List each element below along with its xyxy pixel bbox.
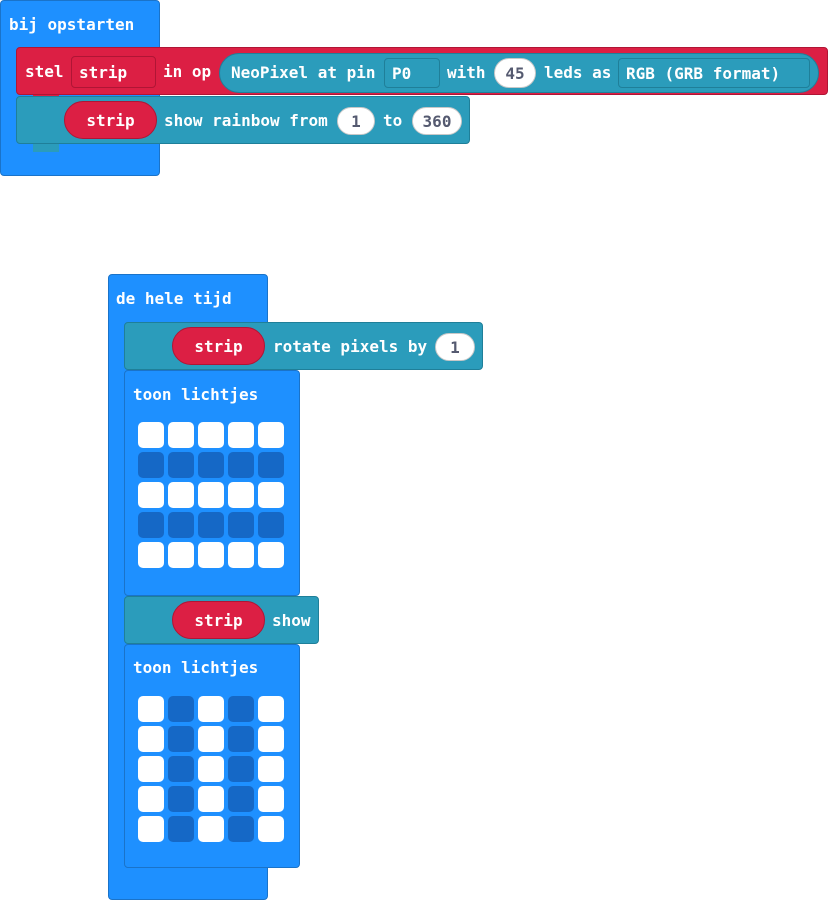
- set-keyword: stel: [25, 62, 64, 81]
- strip-variable-reporter[interactable]: strip: [172, 327, 265, 365]
- pin-dropdown[interactable]: P0: [384, 58, 440, 88]
- neopixel-at-pin-text: NeoPixel at pin: [231, 63, 376, 82]
- to-text: to: [383, 111, 403, 130]
- led-cell-on[interactable]: [258, 422, 284, 448]
- variable-name: strip: [79, 62, 128, 82]
- led-cell-on[interactable]: [198, 482, 224, 508]
- led-cell-off[interactable]: [168, 726, 194, 752]
- led-count-value: 45: [505, 63, 525, 83]
- rotate-pixels-block[interactable]: strip rotate pixels by 1: [124, 322, 483, 370]
- mode-value: RGB (GRB format): [626, 63, 781, 83]
- led-cell-on[interactable]: [228, 482, 254, 508]
- led-cell-off[interactable]: [168, 786, 194, 812]
- set-strip-block[interactable]: stel strip in op NeoPixel at pin P0 with…: [16, 47, 828, 103]
- strip-variable-label: strip: [194, 610, 243, 630]
- led-cell-off[interactable]: [168, 756, 194, 782]
- led-cell-off[interactable]: [198, 512, 224, 538]
- show-leds-block-2[interactable]: toon lichtjes: [124, 644, 300, 868]
- show-rainbow-block[interactable]: strip show rainbow from 1 to 360: [16, 96, 470, 152]
- leds-as-text: leds as: [544, 63, 612, 82]
- led-cell-on[interactable]: [198, 726, 224, 752]
- strip-variable-reporter[interactable]: strip: [64, 101, 157, 139]
- rotate-amount-input[interactable]: 1: [435, 333, 475, 361]
- led-matrix-editor[interactable]: [138, 696, 284, 842]
- rotate-pixels-text: rotate pixels by: [273, 337, 428, 356]
- pin-value: P0: [392, 63, 412, 83]
- led-cell-on[interactable]: [198, 696, 224, 722]
- led-cell-on[interactable]: [198, 422, 224, 448]
- rainbow-from-value: 1: [351, 111, 361, 131]
- strip-variable-reporter[interactable]: strip: [172, 601, 265, 639]
- show-leds-label: toon lichtjes: [133, 385, 259, 404]
- led-cell-on[interactable]: [198, 816, 224, 842]
- led-cell-off[interactable]: [168, 512, 194, 538]
- strip-variable-label: strip: [86, 110, 135, 130]
- rotate-amount-value: 1: [450, 337, 460, 357]
- led-cell-off[interactable]: [228, 512, 254, 538]
- led-cell-on[interactable]: [138, 542, 164, 568]
- led-cell-on[interactable]: [138, 726, 164, 752]
- led-cell-on[interactable]: [168, 482, 194, 508]
- on-start-label: bij opstarten: [9, 15, 135, 34]
- led-cell-on[interactable]: [198, 542, 224, 568]
- led-cell-on[interactable]: [258, 726, 284, 752]
- led-cell-on[interactable]: [168, 422, 194, 448]
- led-cell-on[interactable]: [228, 542, 254, 568]
- mode-dropdown[interactable]: RGB (GRB format): [618, 58, 810, 88]
- led-cell-off[interactable]: [168, 696, 194, 722]
- show-leds-label: toon lichtjes: [133, 658, 259, 677]
- show-rainbow-text: show rainbow from: [164, 111, 328, 130]
- led-cell-on[interactable]: [138, 422, 164, 448]
- block-notch: [33, 144, 59, 152]
- rainbow-to-value: 360: [422, 111, 452, 131]
- rainbow-from-input[interactable]: 1: [337, 107, 375, 135]
- led-cell-on[interactable]: [138, 816, 164, 842]
- led-cell-off[interactable]: [168, 452, 194, 478]
- led-cell-on[interactable]: [258, 816, 284, 842]
- set-connector: in op: [163, 62, 212, 81]
- variable-dropdown-strip[interactable]: strip: [71, 56, 156, 88]
- led-cell-off[interactable]: [198, 452, 224, 478]
- led-cell-on[interactable]: [258, 756, 284, 782]
- led-cell-off[interactable]: [138, 452, 164, 478]
- led-cell-off[interactable]: [258, 452, 284, 478]
- led-cell-on[interactable]: [258, 786, 284, 812]
- strip-show-block[interactable]: strip show: [124, 596, 319, 644]
- led-cell-on[interactable]: [168, 542, 194, 568]
- led-cell-off[interactable]: [228, 756, 254, 782]
- led-cell-off[interactable]: [228, 726, 254, 752]
- led-cell-on[interactable]: [138, 756, 164, 782]
- led-cell-on[interactable]: [198, 786, 224, 812]
- led-cell-on[interactable]: [258, 542, 284, 568]
- led-cell-on[interactable]: [138, 482, 164, 508]
- with-text: with: [447, 63, 486, 82]
- led-cell-off[interactable]: [168, 816, 194, 842]
- led-count-input[interactable]: 45: [494, 58, 536, 88]
- forever-label: de hele tijd: [116, 289, 232, 308]
- led-cell-off[interactable]: [228, 452, 254, 478]
- led-cell-off[interactable]: [228, 816, 254, 842]
- led-cell-off[interactable]: [138, 512, 164, 538]
- led-cell-on[interactable]: [138, 696, 164, 722]
- led-cell-on[interactable]: [228, 422, 254, 448]
- show-leds-block-1[interactable]: toon lichtjes: [124, 370, 300, 596]
- led-cell-off[interactable]: [258, 512, 284, 538]
- show-text: show: [272, 611, 311, 630]
- led-cell-on[interactable]: [258, 696, 284, 722]
- led-cell-on[interactable]: [138, 786, 164, 812]
- led-cell-off[interactable]: [228, 786, 254, 812]
- led-cell-on[interactable]: [258, 482, 284, 508]
- neopixel-create-block[interactable]: NeoPixel at pin P0 with 45 leds as RGB (…: [219, 53, 819, 93]
- led-cell-on[interactable]: [198, 756, 224, 782]
- strip-variable-label: strip: [194, 336, 243, 356]
- led-matrix-editor[interactable]: [138, 422, 284, 568]
- led-cell-off[interactable]: [228, 696, 254, 722]
- rainbow-to-input[interactable]: 360: [412, 107, 462, 135]
